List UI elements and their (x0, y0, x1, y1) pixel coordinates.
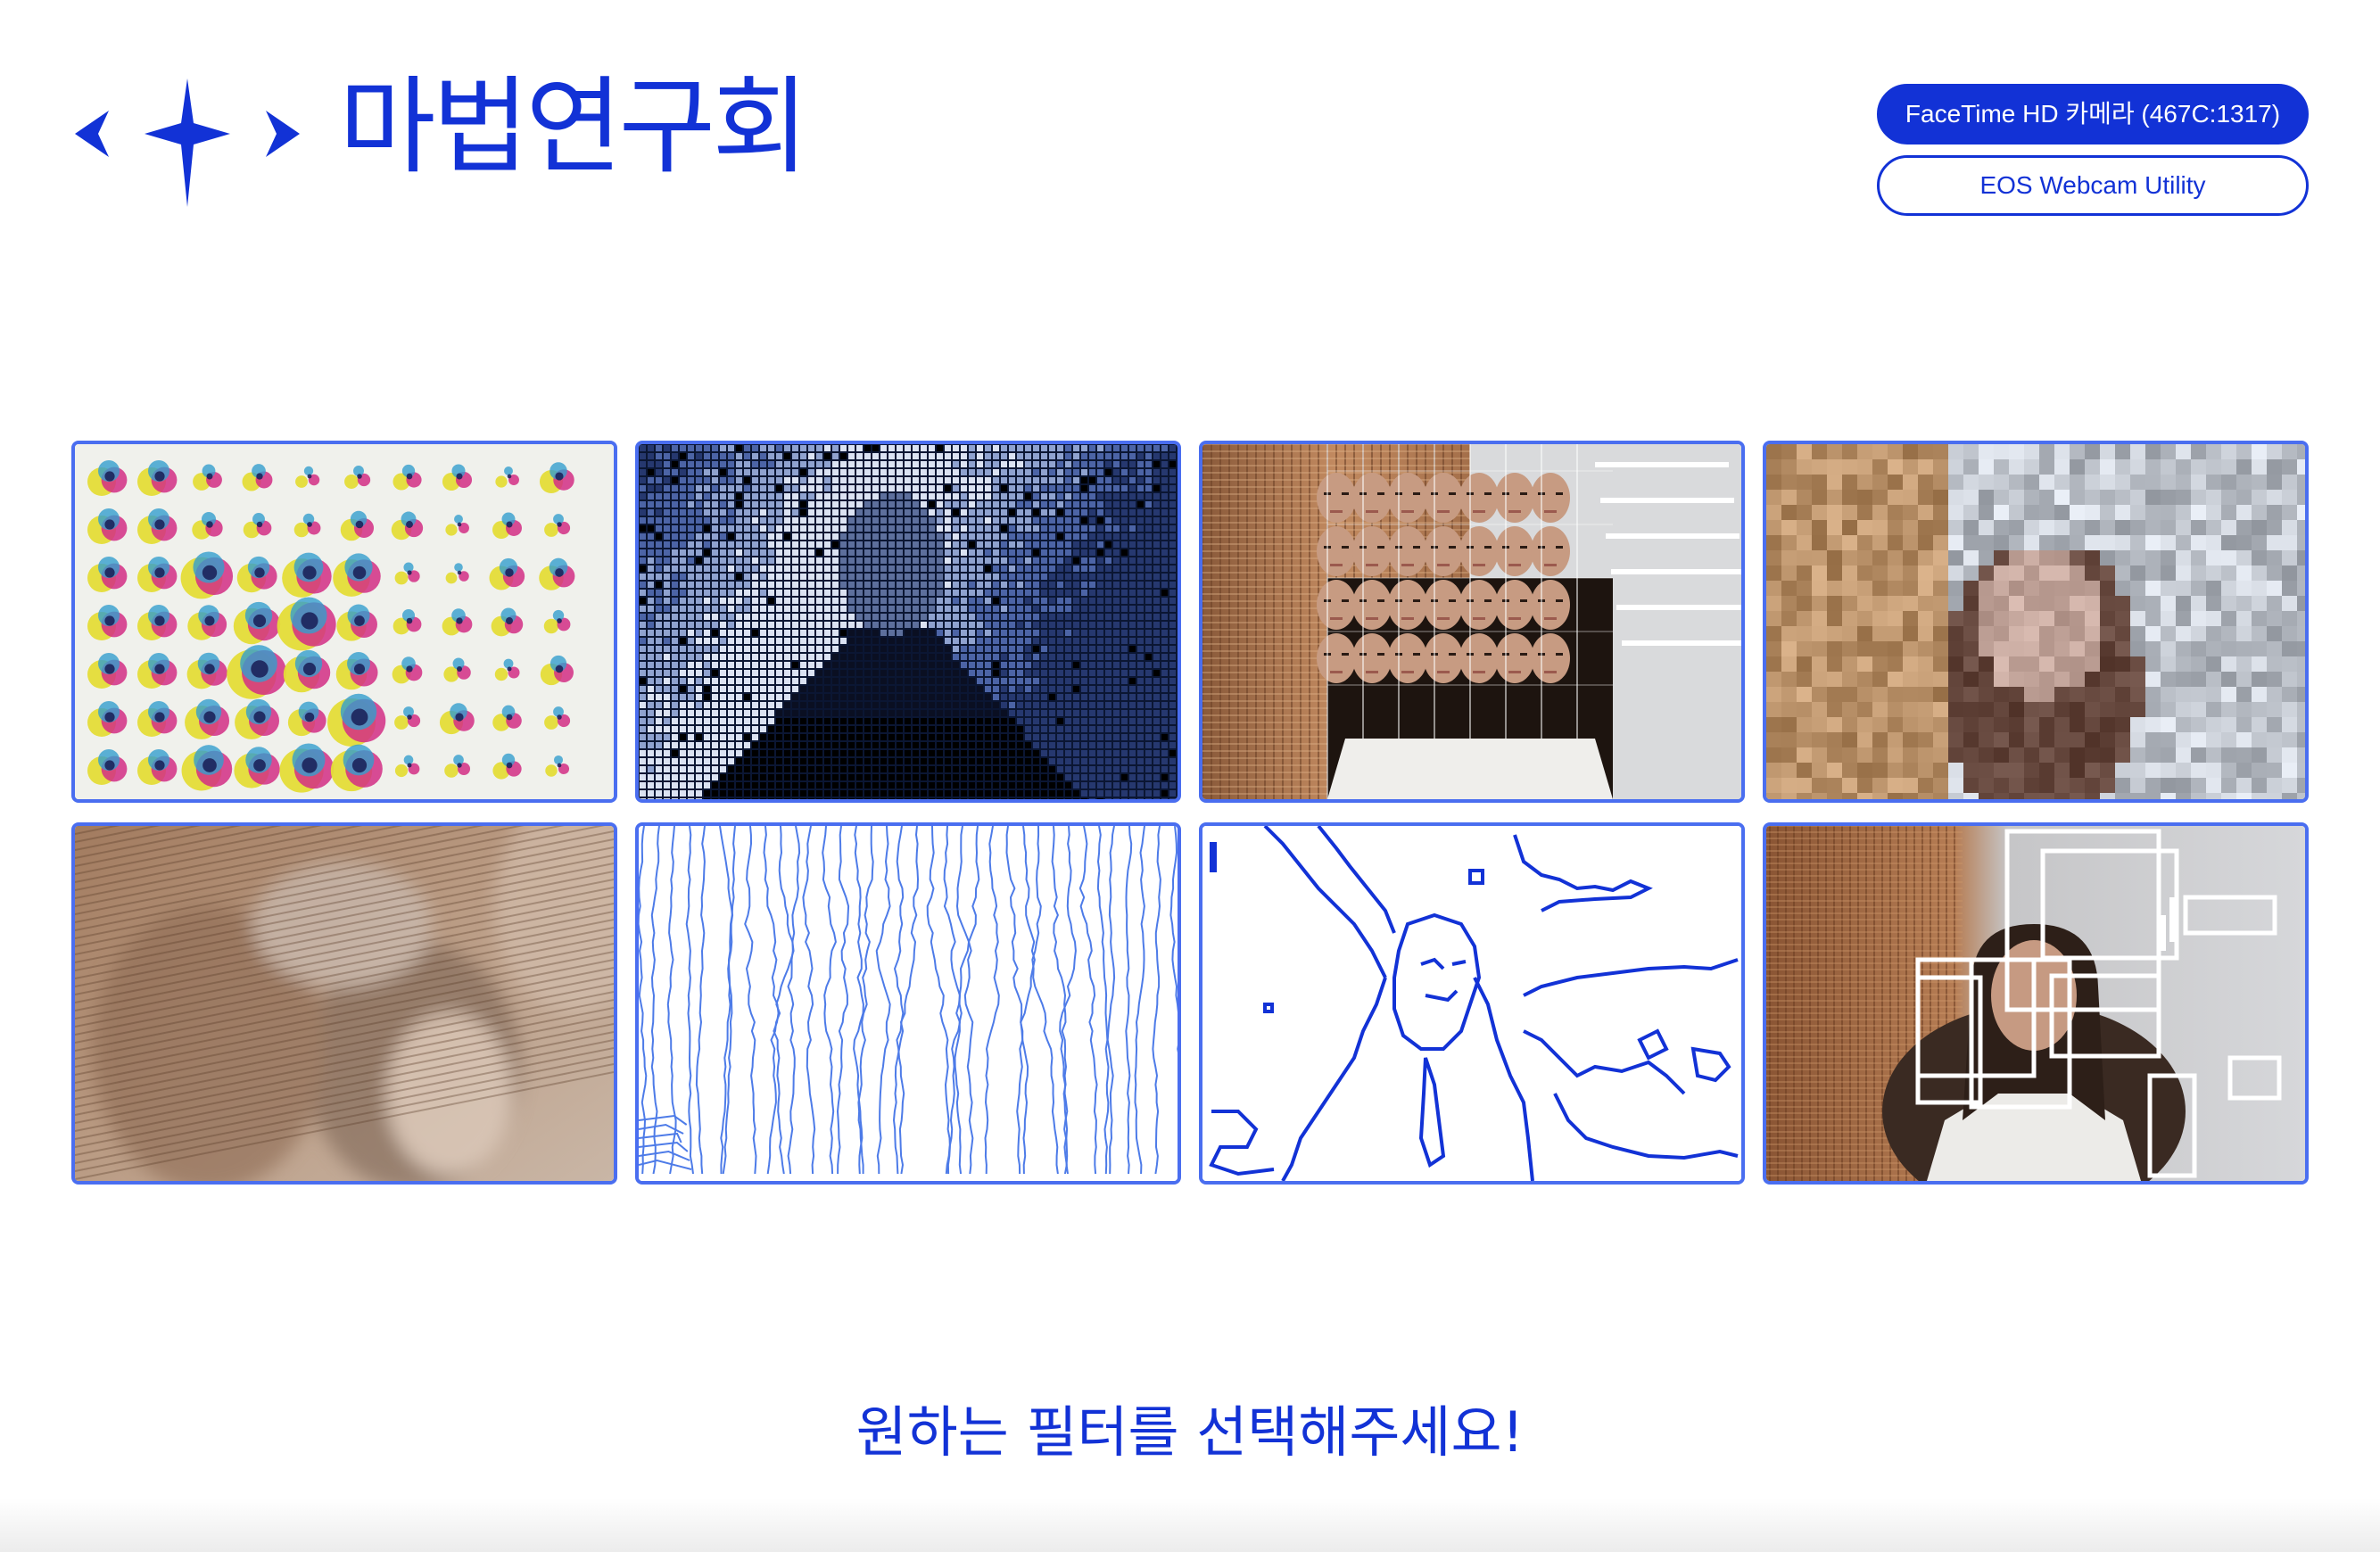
filter-tile-ghost-blend[interactable] (71, 822, 617, 1185)
filter-preview-ghost-blend (75, 826, 614, 1181)
filter-preview-pixelate (1766, 444, 2305, 799)
filter-tile-line-wave[interactable] (635, 822, 1181, 1185)
filter-preview-face-boxes (1766, 826, 2305, 1181)
filter-preview-edge-outline (1202, 826, 1741, 1181)
camera-option-eos-webcam[interactable]: EOS Webcam Utility (1877, 155, 2309, 216)
filter-preview-halftone (75, 444, 614, 799)
filter-preview-dot-grid (639, 444, 1178, 799)
chevron-right-icon (266, 111, 300, 157)
filter-tile-edge-outline[interactable] (1199, 822, 1745, 1185)
filter-tile-pixelate[interactable] (1763, 441, 2309, 803)
logo-mark (75, 78, 300, 207)
filter-tile-slit-mirror[interactable] (1199, 441, 1745, 803)
select-filter-prompt: 원하는 필터를 선택해주세요! (855, 1399, 1525, 1465)
chevron-left-icon (75, 111, 109, 157)
bottom-shadow (0, 1498, 2380, 1552)
camera-selector: FaceTime HD 카메라 (467C:1317) EOS Webcam U… (1877, 84, 2309, 227)
filter-tile-halftone[interactable] (71, 441, 617, 803)
filter-tile-dot-grid[interactable] (635, 441, 1181, 803)
filter-preview-slit-mirror (1202, 444, 1741, 799)
filter-tile-face-boxes[interactable] (1763, 822, 2309, 1185)
filter-preview-line-wave (639, 826, 1178, 1181)
app-title: 마법연구회 (339, 65, 809, 188)
sparkle-star-icon (145, 78, 230, 207)
filter-grid (71, 441, 2309, 1185)
camera-option-facetime[interactable]: FaceTime HD 카메라 (467C:1317) (1877, 84, 2309, 144)
